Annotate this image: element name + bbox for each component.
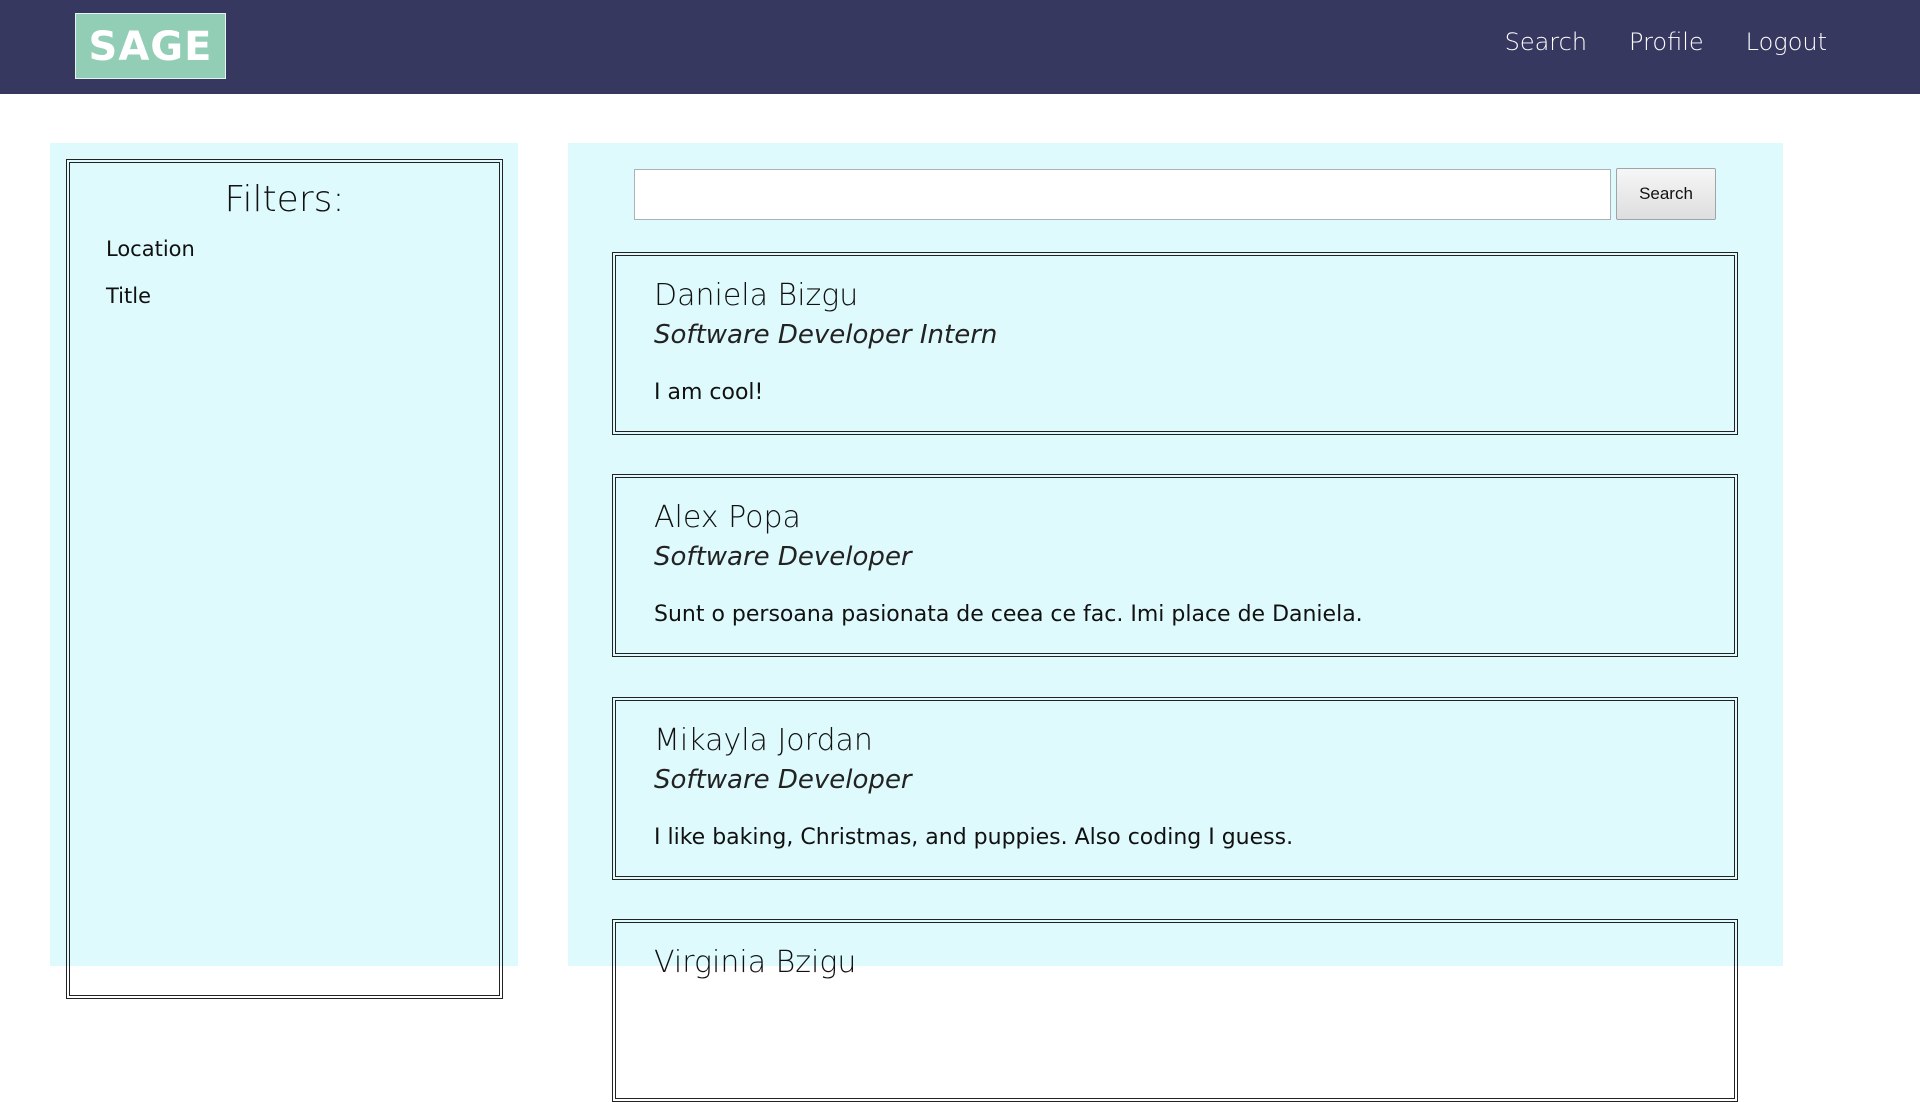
filter-location[interactable]: Location — [106, 237, 195, 261]
profile-name: Alex Popa — [654, 500, 801, 535]
top-navbar: SAGE Search Profile Logout — [0, 0, 1920, 94]
profile-card[interactable]: Alex Popa Software Developer Sunt o pers… — [612, 474, 1738, 657]
profile-card[interactable]: Virginia Bzigu — [612, 919, 1738, 1102]
search-results-panel: Search Daniela Bizgu Software Developer … — [568, 143, 1783, 1102]
profile-title: Software Developer — [654, 765, 912, 795]
profile-bio: Sunt o persoana pasionata de ceea ce fac… — [654, 602, 1363, 627]
profile-card[interactable]: Mikayla Jordan Software Developer I like… — [612, 697, 1738, 880]
nav-profile-link[interactable]: Profile — [1629, 28, 1704, 56]
filter-title[interactable]: Title — [106, 284, 151, 308]
profile-name: Virginia Bzigu — [654, 945, 857, 980]
profile-name: Mikayla Jordan — [654, 723, 873, 758]
nav-search-link[interactable]: Search — [1505, 28, 1587, 56]
nav-links: Search Profile Logout — [1505, 0, 1827, 84]
profile-name: Daniela Bizgu — [654, 278, 859, 313]
nav-logout-link[interactable]: Logout — [1746, 28, 1827, 56]
filters-heading: Filters: — [224, 179, 345, 220]
search-input[interactable] — [634, 169, 1611, 220]
profile-title: Software Developer — [654, 542, 912, 572]
sage-logo[interactable]: SAGE — [75, 13, 226, 79]
profile-title: Software Developer Intern — [654, 320, 998, 350]
profile-card[interactable]: Daniela Bizgu Software Developer Intern … — [612, 252, 1738, 435]
filters-box: Filters: Location Title — [66, 159, 503, 999]
profile-bio: I like baking, Christmas, and puppies. A… — [654, 825, 1294, 850]
profile-bio: I am cool! — [654, 380, 764, 405]
search-button[interactable]: Search — [1616, 168, 1716, 220]
filters-sidebar: Filters: Location Title — [50, 143, 518, 999]
